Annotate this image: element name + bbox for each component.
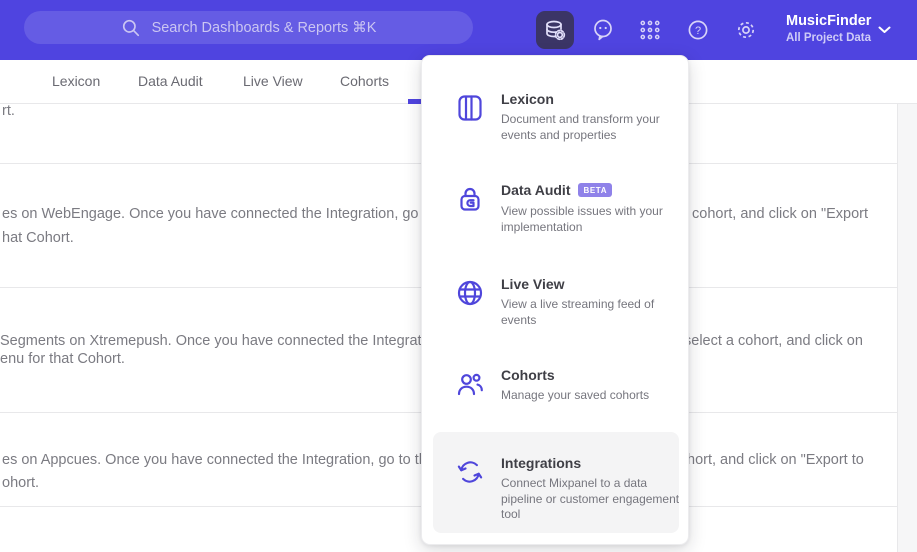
menu-item-description: View possible issues with your implement… [501,204,663,234]
menu-item-description: Connect Mixpanel to a data pipeline or c… [501,476,680,521]
menu-item-title: Cohorts [501,367,555,383]
help-icon: ? [686,18,710,42]
tab-lexicon[interactable]: Lexicon [52,60,100,103]
data-management-button[interactable] [536,11,574,49]
chevron-down-icon[interactable] [878,26,891,34]
tab-data-audit[interactable]: Data Audit [138,60,203,103]
apps-grid-button[interactable] [631,11,669,49]
search-icon [121,18,141,38]
data-management-icon [543,18,567,42]
live-view-icon [455,278,485,308]
search-input[interactable]: Search Dashboards & Reports ⌘K [24,11,473,44]
data-management-menu: Lexicon Document and transform your even… [421,55,689,545]
scroll-gutter[interactable] [897,104,917,552]
help-button[interactable]: ? [679,11,717,49]
menu-item-description: Document and transform your events and p… [501,112,660,142]
menu-item-integrations[interactable]: Integrations Connect Mixpanel to a data … [422,455,688,523]
feedback-button[interactable] [584,11,622,49]
content-text-fragment: rt. [2,103,15,119]
menu-item-description: Manage your saved cohorts [501,388,650,402]
tab-live-view[interactable]: Live View [243,60,303,103]
apps-grid-icon [638,18,662,42]
beta-badge: BETA [578,183,613,197]
menu-item-cohorts[interactable]: Cohorts Manage your saved cohorts [422,367,688,404]
svg-text:?: ? [695,25,701,37]
menu-item-live-view[interactable]: Live View View a live streaming feed of … [422,276,688,328]
settings-button[interactable] [727,11,765,49]
settings-icon [734,18,758,42]
search-placeholder: Search Dashboards & Reports ⌘K [151,19,377,36]
tab-cohorts[interactable]: Cohorts [340,60,389,103]
menu-item-lexicon[interactable]: Lexicon Document and transform your even… [422,91,688,143]
cohorts-icon [455,369,485,399]
menu-item-title: Lexicon [501,91,554,107]
menu-item-title: Integrations [501,455,582,471]
content-text-fragment: es on Appcues. Once you have connected t… [2,452,451,468]
content-text-fragment: Segments on Xtremepush. Once you have co… [0,333,445,349]
project-selector[interactable]: MusicFinder All Project Data [786,12,871,45]
content-text-fragment: enu for that Cohort. [0,351,125,367]
content-text-fragment: es on WebEngage. Once you have connected… [2,206,459,222]
menu-item-title: Live View [501,276,565,292]
content-text-fragment: cohort, and click on "Export [692,206,869,222]
content-text-fragment: select a cohort, and click on [684,333,863,349]
project-name: MusicFinder [786,13,872,29]
integrations-icon [455,457,485,487]
project-scope: All Project Data [786,32,871,44]
feedback-icon [591,18,615,42]
top-navbar: Search Dashboards & Reports ⌘K ? MusicFi… [0,0,917,60]
lexicon-icon [455,93,485,123]
menu-item-description: View a live streaming feed of events [501,297,655,327]
data-audit-icon [455,184,485,214]
menu-item-title-row: Data Audit BETA [501,182,683,200]
content-text-fragment: hat Cohort. [2,230,74,246]
content-text-fragment: ohort. [2,475,40,491]
menu-item-title: Data Audit [501,182,571,198]
menu-item-data-audit[interactable]: Data Audit BETA View possible issues with… [422,182,688,235]
content-text-fragment: hort, and click on "Export to [687,452,864,468]
